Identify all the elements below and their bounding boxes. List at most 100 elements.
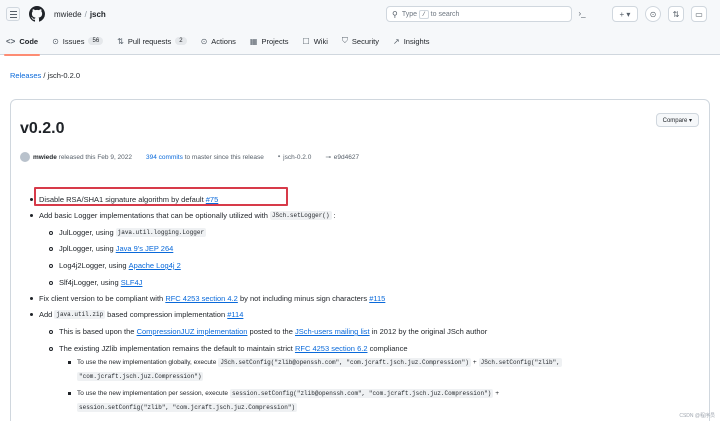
terminal-icon[interactable]: ›_ bbox=[575, 6, 589, 22]
bullet bbox=[30, 198, 33, 201]
commits-link[interactable]: 394 commits bbox=[146, 154, 183, 161]
inline-code: java.util.zip bbox=[54, 310, 106, 319]
list-item: This is based upon the CompressionJUZ im… bbox=[49, 327, 487, 336]
release-title: v0.2.0 bbox=[20, 120, 65, 137]
tab-issues-label: Issues bbox=[62, 36, 85, 46]
note-text: in 2012 by the original JSch author bbox=[371, 327, 488, 336]
list-item: Log4j2Logger, using Apache Log4j 2 bbox=[49, 261, 181, 270]
rfc-link[interactable]: RFC 4253 section 4.2 bbox=[165, 294, 238, 303]
issues-count-badge: 56 bbox=[88, 37, 104, 45]
tab-insights-label: Insights bbox=[403, 36, 430, 46]
avatar[interactable] bbox=[20, 152, 30, 162]
list-item: Add basic Logger implementations that ca… bbox=[30, 211, 336, 220]
create-new-button[interactable]: + ▾ bbox=[612, 6, 638, 22]
issue-link[interactable]: #115 bbox=[369, 294, 385, 303]
bullet bbox=[68, 361, 71, 364]
pr-icon[interactable]: ⇅ bbox=[668, 6, 684, 22]
bullet bbox=[30, 214, 33, 217]
tab-actions[interactable]: ⊙ Actions bbox=[201, 28, 236, 55]
bullet bbox=[49, 230, 53, 235]
list-item: The existing JZlib implementation remain… bbox=[49, 344, 408, 353]
list-item: Add java.util.zip based compression implem… bbox=[30, 310, 243, 319]
note-text: JulLogger, using bbox=[59, 228, 114, 237]
menu-icon[interactable] bbox=[6, 7, 20, 21]
repo-link[interactable]: jsch bbox=[90, 10, 106, 19]
release-breadcrumb: Releases / jsch-0.2.0 bbox=[10, 71, 80, 80]
search-placeholder-post: to search bbox=[430, 10, 460, 18]
tab-code[interactable]: <> Code bbox=[3, 28, 41, 56]
note-text: based compression implementation bbox=[107, 310, 226, 319]
inline-code: JSch.setConfig("zlib@openssh.com", "com.… bbox=[218, 358, 471, 367]
commit-icon: ⊸ bbox=[325, 154, 331, 161]
note-text: The existing JZlib implementation remain… bbox=[59, 344, 293, 353]
issue-icon[interactable]: ⊙ bbox=[645, 6, 661, 22]
author-link[interactable]: mwiede bbox=[33, 154, 57, 161]
book-icon: ☐ bbox=[302, 36, 310, 46]
list-item: JplLogger, using Java 9's JEP 264 bbox=[49, 244, 173, 253]
bullet bbox=[49, 246, 53, 251]
tag-link[interactable]: jsch-0.2.0 bbox=[283, 154, 311, 161]
global-header: mwiede / jsch ⚲ Type / to search ›_ + ▾ ⊙ … bbox=[0, 0, 720, 28]
inbox-icon[interactable]: ▭ bbox=[691, 6, 707, 22]
issue-link[interactable]: #114 bbox=[227, 310, 243, 319]
tab-security[interactable]: ⛉ Security bbox=[342, 28, 379, 55]
highlight-box bbox=[34, 187, 288, 206]
bullet bbox=[49, 346, 53, 351]
search-shortcut-key: / bbox=[419, 9, 429, 19]
releases-link[interactable]: Releases bbox=[10, 71, 41, 80]
github-logo-icon[interactable] bbox=[29, 6, 45, 22]
note-text: Add bbox=[39, 310, 53, 319]
mailing-list-link[interactable]: JSch-users mailing list bbox=[295, 327, 370, 336]
list-item: To use the new implementation per sessio… bbox=[68, 389, 499, 398]
inline-code: java.util.logging.Logger bbox=[115, 228, 207, 237]
bullet bbox=[49, 280, 53, 285]
list-item: Slf4jLogger, using SLF4J bbox=[49, 278, 142, 287]
log4j-link[interactable]: Apache Log4j 2 bbox=[129, 261, 181, 270]
note-text: Add basic Logger implementations that ca… bbox=[39, 211, 268, 220]
inline-code: JSch.setLogger() bbox=[269, 211, 332, 220]
owner-link[interactable]: mwiede bbox=[54, 10, 82, 19]
note-text: posted to the bbox=[249, 327, 293, 336]
tab-projects[interactable]: ▦ Projects bbox=[250, 28, 289, 55]
table-icon: ▦ bbox=[249, 36, 258, 46]
note-text: + bbox=[472, 359, 477, 366]
note-text: JplLogger, using bbox=[59, 244, 114, 253]
compressionjuz-link[interactable]: CompressionJUZ implementation bbox=[137, 327, 248, 336]
inline-code: session.setConfig("zlib", "com.jcraft.js… bbox=[77, 403, 298, 412]
tag-icon: ⬩ bbox=[277, 153, 281, 160]
inline-code: "com.jcraft.jsch.juz.Compression") bbox=[77, 372, 204, 381]
repo-breadcrumb: mwiede / jsch bbox=[54, 10, 106, 19]
commit-link[interactable]: e9d4627 bbox=[334, 154, 359, 161]
tab-security-label: Security bbox=[351, 36, 379, 46]
create-new-label: + ▾ bbox=[619, 9, 631, 19]
repo-nav-tabs: <> Code ⊙ Issues 56 ⇅ Pull requests 2 ⊙ Action… bbox=[0, 28, 720, 56]
tab-pull-requests[interactable]: ⇅ Pull requests 2 bbox=[117, 28, 187, 55]
search-placeholder-pre: Type bbox=[401, 10, 418, 18]
note-text: : bbox=[333, 211, 336, 220]
tab-actions-label: Actions bbox=[211, 36, 236, 46]
breadcrumb-separator: / bbox=[84, 9, 87, 19]
breadcrumb-current: jsch-0.2.0 bbox=[47, 71, 81, 80]
graph-icon: ↗ bbox=[392, 36, 400, 46]
play-icon: ⊙ bbox=[200, 36, 208, 46]
rfc-link[interactable]: RFC 4253 section 6.2 bbox=[295, 344, 368, 353]
note-text: compliance bbox=[369, 344, 408, 353]
tab-issues[interactable]: ⊙ Issues 56 bbox=[52, 28, 104, 55]
slf4j-link[interactable]: SLF4J bbox=[121, 278, 143, 287]
note-text: To use the new implementation per sessio… bbox=[77, 390, 229, 397]
note-text: Slf4jLogger, using bbox=[59, 278, 119, 287]
shield-icon: ⛉ bbox=[341, 36, 348, 45]
pull-requests-count-badge: 2 bbox=[175, 37, 187, 45]
tab-insights[interactable]: ↗ Insights bbox=[393, 28, 430, 55]
note-text: Log4j2Logger, using bbox=[59, 261, 127, 270]
jep-link[interactable]: Java 9's JEP 264 bbox=[116, 244, 174, 253]
pr-icon: ⇅ bbox=[117, 36, 124, 46]
list-item: To use the new implementation globally, … bbox=[68, 358, 564, 367]
list-item: JulLogger, using java.util.logging.Logger bbox=[49, 228, 208, 237]
compare-button[interactable]: Compare ▾ bbox=[655, 113, 699, 127]
search-input[interactable]: ⚲ Type / to search ›_ bbox=[386, 6, 586, 22]
tab-wiki[interactable]: ☐ Wiki bbox=[303, 28, 328, 55]
tab-wiki-label: Wiki bbox=[313, 36, 328, 46]
inline-code: session.setConfig("zlib@openssh.com", "c… bbox=[230, 389, 494, 398]
list-item-continuation: session.setConfig("zlib", "com.jcraft.js… bbox=[75, 403, 299, 412]
